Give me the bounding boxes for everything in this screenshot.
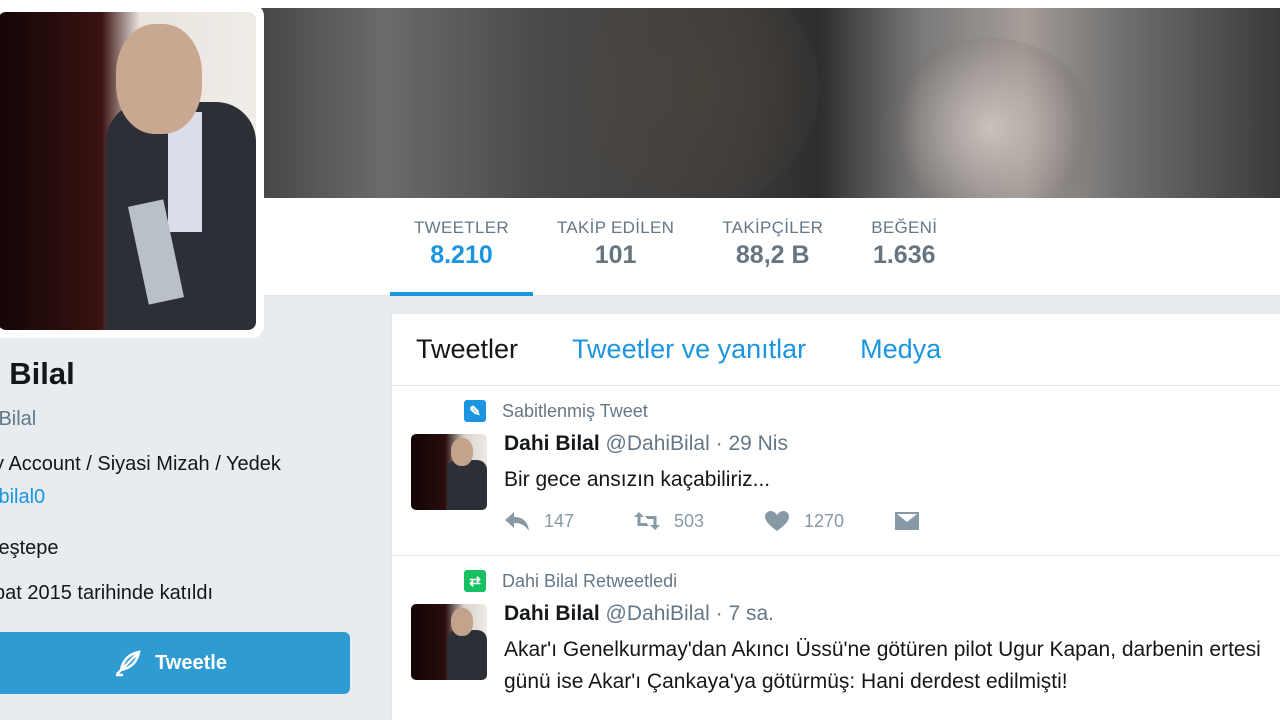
tweet-text: Bir gece ansızın kaçabiliriz... bbox=[504, 468, 771, 491]
tweet-actions: 147 503 1270 bbox=[504, 510, 1024, 532]
timeline: Tweetler Tweetler ve yanıtlar Medya ✎ Sa… bbox=[391, 313, 1280, 720]
stat-label: TAKİPÇİLER bbox=[722, 218, 824, 237]
stat-value: 1.636 bbox=[872, 241, 936, 269]
like-count: 1270 bbox=[804, 510, 845, 531]
tweet-context: ⇄ Dahi Bilal Retweetledi bbox=[464, 570, 677, 592]
profile-bio: y Account / Siyasi Mizah / Yedek bbox=[0, 453, 281, 475]
tweet-author-name[interactable]: Dahi Bilal bbox=[504, 432, 600, 455]
stat-tweets[interactable]: TWEETLER 8.210 bbox=[390, 198, 533, 296]
avatar-image bbox=[0, 12, 256, 330]
tweet-context-label: Sabitlenmiş Tweet bbox=[502, 400, 648, 421]
stat-value: 8.210 bbox=[430, 241, 493, 269]
tab-tweets[interactable]: Tweetler bbox=[416, 334, 518, 365]
tweet-author-name[interactable]: Dahi Bilal bbox=[504, 602, 600, 625]
stat-following[interactable]: TAKİP EDİLEN 101 bbox=[533, 198, 698, 296]
tweet-separator: · bbox=[715, 432, 723, 455]
compose-feather-icon bbox=[116, 650, 141, 677]
timeline-tabs: Tweetler Tweetler ve yanıtlar Medya bbox=[392, 314, 1280, 386]
stat-value: 101 bbox=[594, 241, 637, 269]
like-button[interactable]: 1270 bbox=[764, 510, 894, 532]
tweet-compose-button[interactable]: Tweetle bbox=[0, 632, 350, 694]
retweet-context-icon: ⇄ bbox=[464, 570, 486, 592]
tweet-item[interactable]: ⇄ Dahi Bilal Retweetledi Dahi Bilal @Dah… bbox=[392, 556, 1280, 720]
tweet-author-handle[interactable]: @DahiBilal bbox=[606, 602, 710, 625]
tweet-context: ✎ Sabitlenmiş Tweet bbox=[464, 400, 648, 422]
profile-handle[interactable]: iBilal bbox=[0, 408, 36, 431]
stat-value: 88,2 B bbox=[735, 241, 810, 269]
stat-likes[interactable]: BEĞENİ 1.636 bbox=[847, 198, 961, 296]
profile-location: leştepe bbox=[0, 537, 59, 559]
retweet-icon bbox=[634, 512, 660, 530]
tweet-separator: · bbox=[715, 602, 723, 625]
reply-icon bbox=[505, 512, 529, 531]
profile-name: i Bilal bbox=[0, 356, 75, 391]
profile-stats: TWEETLER 8.210 TAKİP EDİLEN 101 TAKİPÇİL… bbox=[390, 198, 961, 296]
tweet-avatar[interactable] bbox=[411, 604, 487, 680]
tweet-header: Dahi Bilal @DahiBilal · 7 sa. bbox=[504, 602, 774, 626]
stat-followers[interactable]: TAKİPÇİLER 88,2 B bbox=[698, 198, 847, 296]
retweet-button[interactable]: 503 bbox=[634, 510, 764, 532]
reply-button[interactable]: 147 bbox=[504, 510, 634, 532]
tweet-text: Akar'ı Genelkurmay'dan Akıncı Üssü'ne gö… bbox=[504, 638, 1261, 693]
profile-avatar[interactable] bbox=[0, 4, 264, 338]
stat-label: TAKİP EDİLEN bbox=[556, 218, 675, 237]
retweet-count: 503 bbox=[674, 510, 705, 531]
profile-link[interactable]: ibilal0 bbox=[0, 486, 45, 509]
envelope-icon bbox=[895, 512, 919, 530]
tweet-avatar[interactable] bbox=[411, 434, 487, 510]
tab-tweets-and-replies[interactable]: Tweetler ve yanıtlar bbox=[572, 334, 806, 365]
tab-media[interactable]: Medya bbox=[860, 334, 941, 365]
stat-label: BEĞENİ bbox=[871, 218, 938, 237]
tweet-item[interactable]: ✎ Sabitlenmiş Tweet Dahi Bilal @DahiBila… bbox=[392, 386, 1280, 556]
stat-label: TWEETLER bbox=[414, 218, 509, 237]
message-button[interactable] bbox=[894, 510, 1024, 532]
tweet-author-handle[interactable]: @DahiBilal bbox=[606, 432, 710, 455]
pin-icon: ✎ bbox=[464, 400, 486, 422]
tweet-button-label: Tweetle bbox=[155, 651, 227, 674]
tweet-context-label: Dahi Bilal Retweetledi bbox=[502, 570, 678, 591]
tweet-header: Dahi Bilal @DahiBilal · 29 Nis bbox=[504, 432, 788, 456]
heart-icon bbox=[765, 511, 789, 531]
profile-joined-date: bat 2015 tarihinde katıldı bbox=[0, 582, 214, 604]
tweet-time[interactable]: 29 Nis bbox=[728, 432, 788, 455]
reply-count: 147 bbox=[544, 510, 575, 531]
tweet-time[interactable]: 7 sa. bbox=[728, 602, 774, 625]
